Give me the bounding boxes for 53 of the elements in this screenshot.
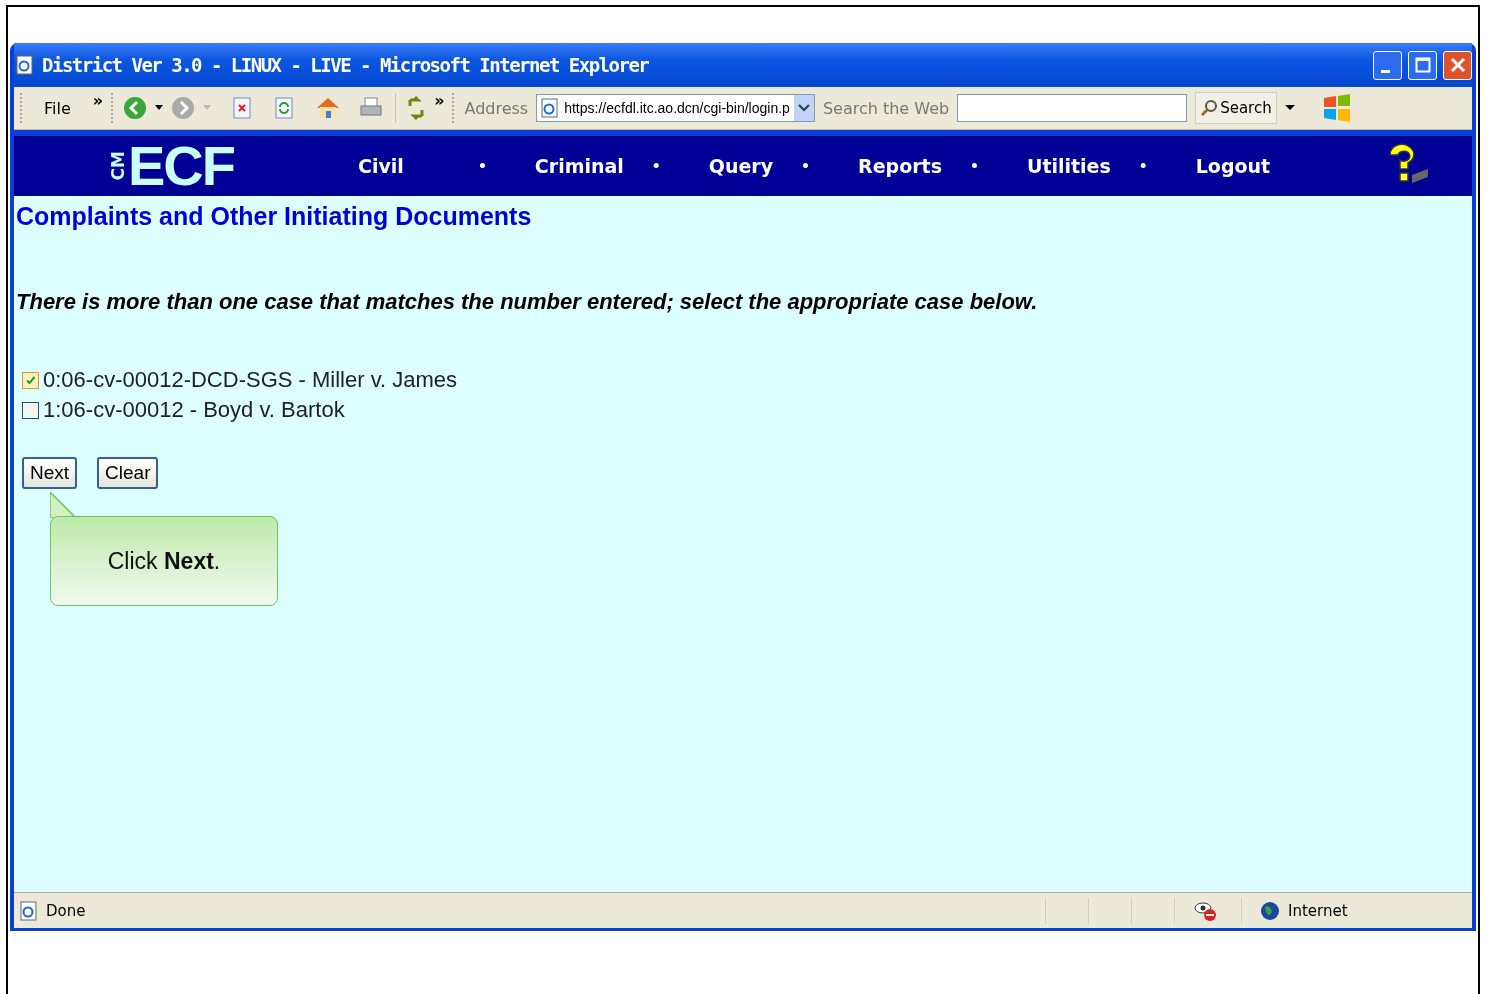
minimize-icon (1381, 69, 1390, 73)
nav-link[interactable]: Utilities (1022, 155, 1115, 177)
form-button[interactable]: Next (22, 457, 78, 489)
file-menu[interactable]: File (44, 98, 71, 118)
nav-separator: • (651, 158, 661, 174)
dropdown-arrow-icon[interactable] (155, 105, 164, 111)
nav-separator: • (970, 158, 979, 174)
checkmark-icon (25, 374, 36, 386)
search-label: Search the Web (822, 98, 950, 118)
nav-link[interactable]: Logout (1191, 155, 1275, 177)
minimize-button[interactable] (1373, 50, 1402, 80)
form-button[interactable]: Clear (97, 457, 159, 489)
nav-link[interactable]: Query (704, 155, 778, 177)
nav-separator: • (801, 158, 811, 174)
status-text: Done (46, 901, 87, 920)
nav-separator: • (477, 158, 487, 174)
nav-link[interactable]: Civil (354, 155, 408, 177)
arrows-icon[interactable] (406, 96, 427, 120)
browser-page-icon (14, 54, 36, 76)
case-label[interactable]: 0:06-cv-00012-DCD-SGS - Miller v. James (43, 367, 458, 393)
privacy-eye-icon (1193, 899, 1217, 922)
back-icon[interactable] (123, 96, 148, 120)
search-button[interactable]: Search (1195, 92, 1277, 124)
zone-text: Internet (1288, 901, 1348, 920)
page-heading: Complaints and Other Initiating Documents (16, 202, 533, 231)
globe-icon (1260, 900, 1280, 921)
address-label: Address (464, 98, 529, 118)
maximize-icon (1414, 57, 1431, 73)
logo-text: ECF (128, 138, 234, 194)
instruction-text: There is more than one case that matches the number entered; select the appropriate case below. (16, 289, 1039, 315)
nav-separator: • (1138, 158, 1148, 174)
close-icon (1449, 57, 1466, 73)
browser-page-icon (540, 98, 561, 118)
forward-icon[interactable] (171, 96, 196, 120)
case-label[interactable]: 1:06-cv-00012 - Boyd v. Bartok (43, 397, 345, 423)
nav-link[interactable]: Reports (854, 155, 946, 177)
close-button[interactable] (1443, 50, 1472, 80)
nav-link[interactable]: Criminal (530, 155, 628, 177)
maximize-button[interactable] (1408, 50, 1437, 80)
refresh-icon[interactable] (273, 97, 296, 119)
window-title: District Ver 3.0 - LINUX - LIVE - Microsoft Internet Explorer (42, 54, 650, 76)
logo-text: CM (108, 151, 128, 181)
stop-icon[interactable] (231, 97, 254, 119)
chevron-button[interactable]: » (434, 91, 445, 110)
dropdown-arrow-icon[interactable] (1284, 105, 1295, 111)
chevron-button[interactable]: » (92, 91, 104, 110)
browser-page-icon (18, 899, 40, 922)
address-field[interactable]: https://ecfdl.itc.ao.dcn/cgi-bin/login.p (536, 94, 815, 122)
checkbox[interactable] (22, 371, 39, 389)
checkbox[interactable] (22, 401, 39, 419)
search-icon (1200, 99, 1219, 117)
search-field[interactable] (957, 94, 1188, 122)
callout-text: Click Next. (107, 547, 221, 575)
